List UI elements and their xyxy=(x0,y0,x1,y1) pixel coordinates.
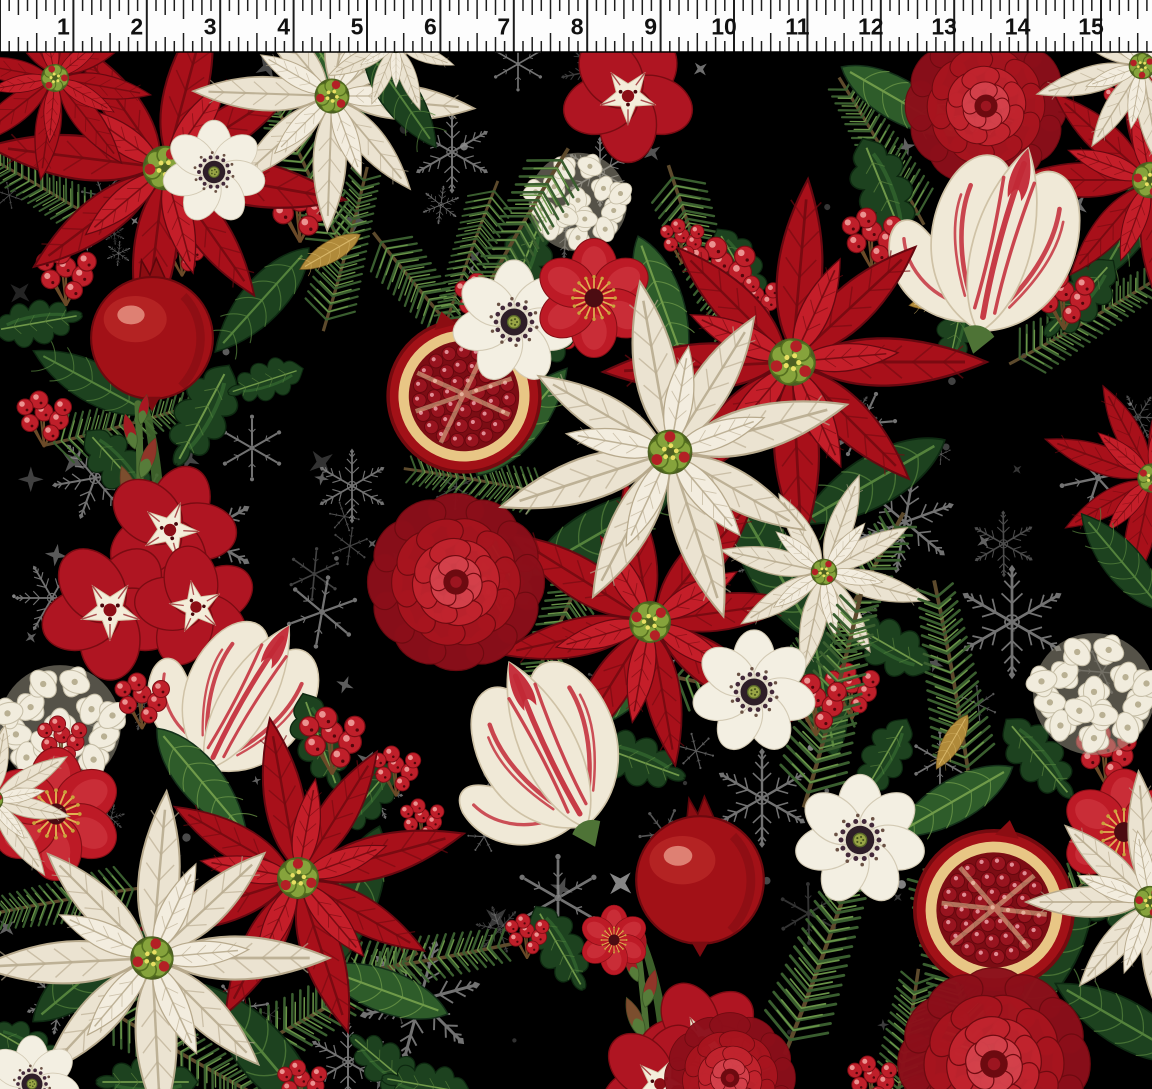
ruler-number: 3 xyxy=(204,14,217,40)
ruler-number: 9 xyxy=(644,14,657,40)
ruler-number: 13 xyxy=(931,14,957,40)
ruler-number: 14 xyxy=(1005,14,1031,40)
fabric-print-canvas: 12345678910111213141516 xyxy=(0,0,1152,1089)
ruler-number: 10 xyxy=(711,14,737,40)
ruler-number: 1 xyxy=(57,14,70,40)
inch-ruler: 12345678910111213141516 xyxy=(0,0,1152,52)
ruler-number: 4 xyxy=(277,14,290,40)
ruler-number: 15 xyxy=(1078,14,1104,40)
ruler-number: 11 xyxy=(785,14,810,40)
ruler-number: 5 xyxy=(351,14,364,40)
ruler-number: 7 xyxy=(497,14,510,40)
ruler-number: 6 xyxy=(424,14,437,40)
ruler-number: 12 xyxy=(858,14,884,40)
ruler-number: 8 xyxy=(571,14,584,40)
fabric-swatch-photo: 12345678910111213141516 xyxy=(0,0,1152,1089)
ruler-number: 2 xyxy=(130,14,143,40)
